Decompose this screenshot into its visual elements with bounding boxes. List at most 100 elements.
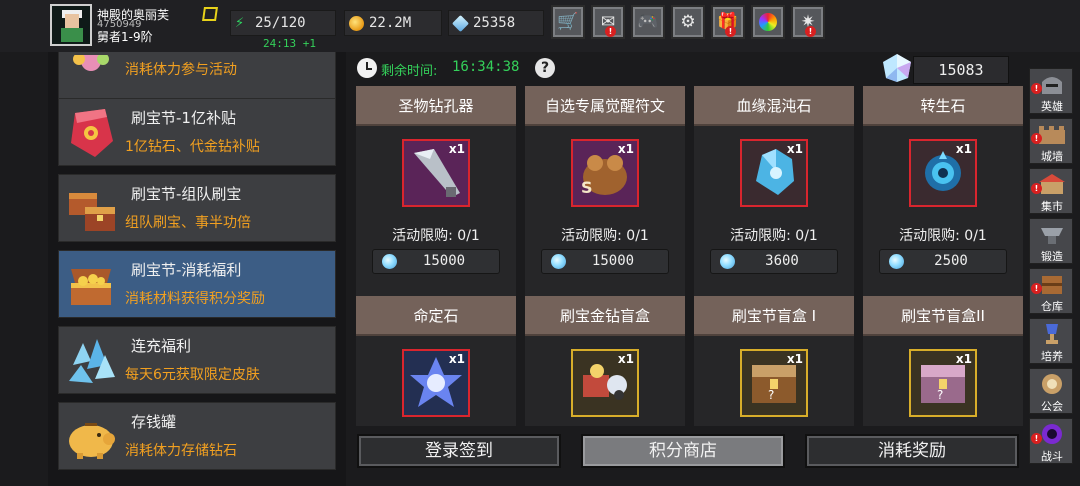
event-item-recharge[interactable]: 连充福利 每天6元获取限定皮肤	[58, 326, 336, 394]
guild-emblem-icon	[1042, 374, 1062, 394]
svg-text:?: ?	[768, 388, 774, 402]
event-title: 刷宝节-组队刷宝	[131, 185, 242, 203]
item-qty: x1	[955, 142, 972, 156]
lightning-icon: ⚡	[235, 13, 245, 31]
sidebar-item-label: 集市	[1041, 200, 1063, 213]
item-slot[interactable]: x1	[402, 349, 470, 417]
fireworks-button[interactable]: ✷ !	[791, 5, 825, 39]
sidebar-item-guild[interactable]: 公会	[1029, 368, 1073, 414]
item-name: 刷宝金钻盲盒	[525, 296, 685, 336]
gift-button[interactable]: 🎁 !	[711, 5, 745, 39]
sidebar-item-warehouse[interactable]: ! 仓库	[1029, 268, 1073, 314]
gold-value: 22.2M	[369, 15, 412, 31]
alert-badge: !	[805, 26, 816, 37]
item-name: 转生石	[863, 86, 1023, 126]
red-envelope-icon	[65, 107, 117, 159]
shop-item-card[interactable]: 血缘混沌石 x1 活动限购: 0/1 3600	[694, 86, 854, 296]
item-slot[interactable]: x1	[402, 139, 470, 207]
item-slot[interactable]: ? x1	[740, 349, 808, 417]
tab-points-shop[interactable]: 积分商店	[581, 434, 785, 468]
item-slot[interactable]: x1	[909, 139, 977, 207]
item-qty: x1	[617, 352, 634, 366]
points-balance: 15083	[913, 56, 1009, 84]
sidebar-item-market[interactable]: ! 集市	[1029, 168, 1073, 214]
event-subtitle: 消耗材料获得积分奖励	[125, 291, 265, 307]
item-name: 命定石	[356, 296, 516, 336]
top-bar: 神殿的奥丽芙 4750949 舅者1-9阶 ⚡ 25/120 24:13 +1 …	[0, 0, 1080, 52]
market-stall-icon	[1039, 174, 1065, 194]
wheel-button[interactable]	[751, 5, 785, 39]
item-slot[interactable]: ? x1	[909, 349, 977, 417]
gamepad-icon: 🎮	[637, 12, 659, 32]
sidebar-item-battle[interactable]: ! 战斗	[1029, 418, 1073, 464]
item-price: 3600	[765, 253, 799, 269]
item-price: 15000	[422, 253, 466, 269]
sidebar-item-forge[interactable]: 锻造	[1029, 218, 1073, 264]
alert-badge: !	[1031, 283, 1042, 294]
tab-consume-rewards[interactable]: 消耗奖励	[805, 434, 1019, 468]
shop-item-card[interactable]: 转生石 x1 活动限购: 0/1 2500	[863, 86, 1023, 296]
buy-button[interactable]: 2500	[879, 249, 1007, 274]
sidebar-item-training[interactable]: 培养	[1029, 318, 1073, 364]
gold-counter: 22.2M	[344, 10, 442, 36]
timer-value: 16:34:38	[452, 59, 520, 75]
item-qty: x1	[617, 142, 634, 156]
item-price: 15000	[591, 253, 635, 269]
shop-item-card[interactable]: 圣物钻孔器 x1 活动限购: 0/1 15000	[356, 86, 516, 296]
purchase-limit: 活动限购: 0/1	[392, 228, 480, 244]
edit-icon[interactable]	[202, 7, 218, 21]
player-avatar[interactable]	[50, 4, 92, 46]
shop-item-card[interactable]: 刷宝金钻盲盒 x1	[525, 296, 685, 426]
points-gem-icon	[382, 254, 397, 269]
stamina-timer: 24:13 +1	[263, 37, 316, 50]
event-item-piggybank[interactable]: 存钱罐 消耗体力存储钻石	[58, 402, 336, 470]
buy-button[interactable]: 15000	[541, 249, 669, 274]
alert-badge: !	[1031, 83, 1042, 94]
shop-item-card[interactable]: 命定石 x1	[356, 296, 516, 426]
flower-icon	[65, 52, 117, 81]
buy-button[interactable]: 3600	[710, 249, 838, 274]
alert-badge: !	[1031, 433, 1042, 444]
shop-cart-button[interactable]: 🛒	[551, 5, 585, 39]
event-item-subsidy[interactable]: 刷宝节-1亿补贴 1亿钻石、代金钻补贴	[58, 98, 336, 166]
sidebar-item-label: 英雄	[1041, 100, 1063, 113]
mail-button[interactable]: ✉ !	[591, 5, 625, 39]
alert-badge: !	[605, 26, 616, 37]
trophy-icon	[1046, 324, 1058, 344]
item-qty: x1	[955, 352, 972, 366]
points-gem-icon	[720, 254, 735, 269]
helmet-icon	[1042, 77, 1062, 94]
settings-button[interactable]: ⚙	[671, 5, 705, 39]
clock-icon	[357, 58, 377, 78]
svg-text:S: S	[581, 178, 593, 197]
shop-item-card[interactable]: 自选专属觉醒符文 S x1 活动限购: 0/1 15000	[525, 86, 685, 296]
anvil-icon	[1041, 228, 1063, 244]
gold-coin-icon	[349, 16, 364, 31]
event-title: 刷宝节-消耗福利	[131, 261, 242, 279]
event-list[interactable]: 消耗体力参与活动 刷宝节-1亿补贴 1亿钻石、代金钻补贴 刷宝节-组队刷宝 组队…	[48, 52, 346, 486]
sidebar-item-hero[interactable]: ! 英雄	[1029, 68, 1073, 114]
points-gem-icon	[880, 52, 914, 84]
event-item-team[interactable]: 刷宝节-组队刷宝 组队刷宝、事半功倍	[58, 174, 336, 242]
event-subtitle: 消耗体力存储钻石	[125, 443, 237, 459]
points-gem-icon	[551, 254, 566, 269]
purchase-limit: 活动限购: 0/1	[730, 228, 818, 244]
games-button[interactable]: 🎮	[631, 5, 665, 39]
event-item-stamina[interactable]: 消耗体力参与活动	[58, 52, 336, 100]
shop-item-card[interactable]: 刷宝节盲盒 I ? x1	[694, 296, 854, 426]
item-slot[interactable]: x1	[571, 349, 639, 417]
item-slot[interactable]: S x1	[571, 139, 639, 207]
event-subtitle: 组队刷宝、事半功倍	[125, 215, 251, 231]
sidebar-item-wall[interactable]: ! 城墙	[1029, 118, 1073, 164]
stamina-value: 25/120	[255, 15, 306, 31]
tab-login-checkin[interactable]: 登录签到	[357, 434, 561, 468]
event-subtitle: 消耗体力参与活动	[125, 62, 237, 78]
sidebar-item-label: 公会	[1041, 400, 1063, 413]
help-icon[interactable]: ?	[535, 58, 555, 78]
item-slot[interactable]: x1	[740, 139, 808, 207]
item-name: 自选专属觉醒符文	[525, 86, 685, 126]
shop-item-card[interactable]: 刷宝节盲盒II ? x1	[863, 296, 1023, 426]
buy-button[interactable]: 15000	[372, 249, 500, 274]
open-chest-icon	[65, 259, 117, 311]
event-item-consume[interactable]: 刷宝节-消耗福利 消耗材料获得积分奖励	[58, 250, 336, 318]
